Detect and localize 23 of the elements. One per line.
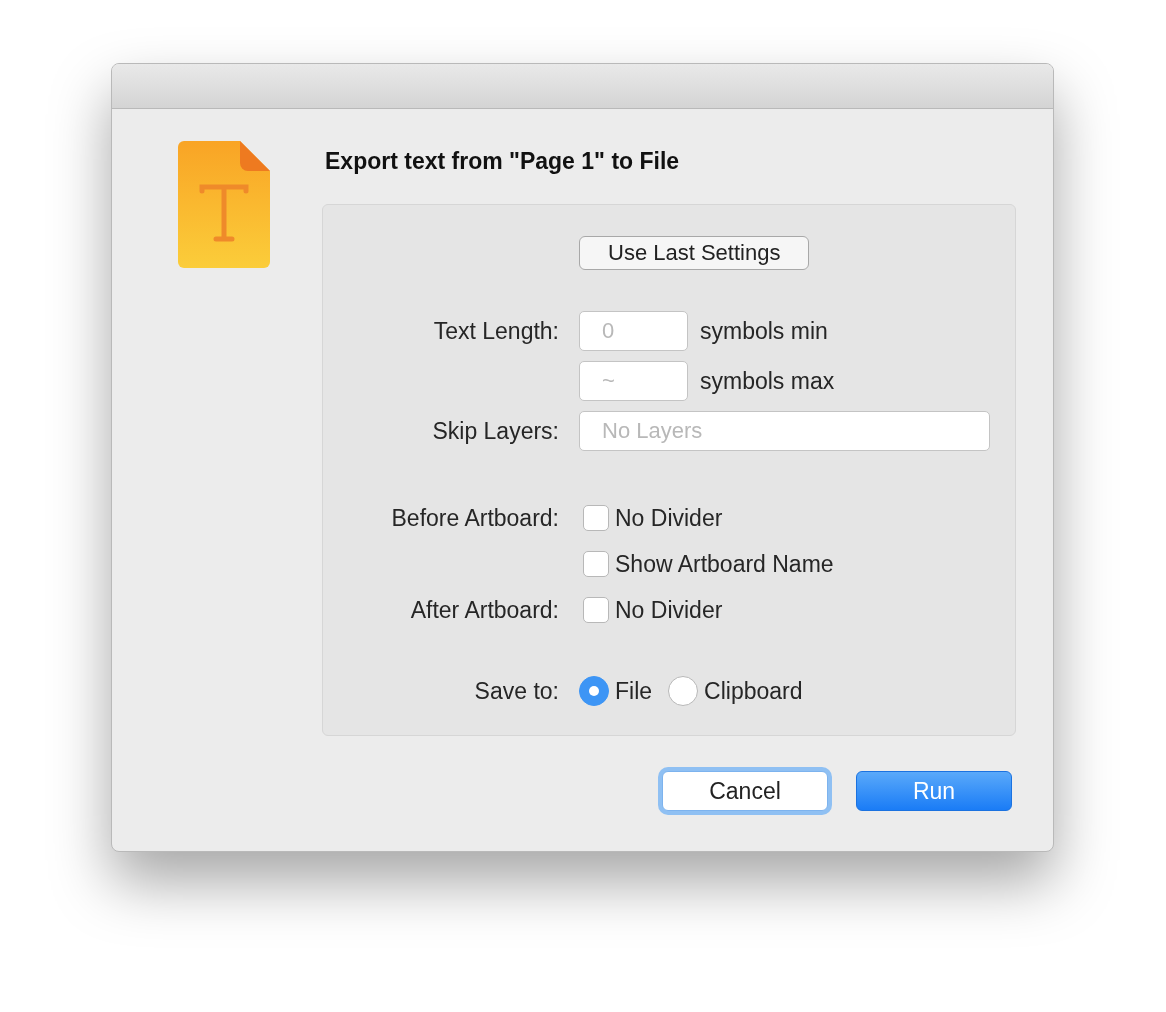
radio-label: File xyxy=(615,677,653,705)
radio-label: Clipboard xyxy=(704,677,803,705)
checkbox[interactable] xyxy=(583,505,609,531)
text-document-icon xyxy=(178,141,270,268)
field-label: Skip Layers: xyxy=(431,417,559,445)
use-last-settings-button[interactable]: Use Last Settings xyxy=(579,236,810,270)
field-label: After Artboard: xyxy=(409,596,559,624)
checkbox-label: No Divider xyxy=(615,504,723,532)
number-field[interactable]: ~ xyxy=(579,361,688,401)
skip-layers-field[interactable]: No Layers xyxy=(579,411,990,451)
dialog-title: Export text from "Page 1" to File xyxy=(325,147,681,175)
field-suffix: symbols min xyxy=(700,317,828,345)
checkbox[interactable] xyxy=(583,551,609,577)
radio-button[interactable] xyxy=(668,676,699,706)
field-label: Save to: xyxy=(473,677,559,705)
radio-button[interactable] xyxy=(579,676,609,706)
field-label: Text Length: xyxy=(432,317,559,345)
field-label: Before Artboard: xyxy=(390,504,559,532)
checkbox-label: Show Artboard Name xyxy=(615,550,834,578)
field-suffix: symbols max xyxy=(700,367,835,395)
checkbox-label: No Divider xyxy=(615,596,723,624)
number-field[interactable]: 0 xyxy=(579,311,688,351)
checkbox[interactable] xyxy=(583,597,609,623)
